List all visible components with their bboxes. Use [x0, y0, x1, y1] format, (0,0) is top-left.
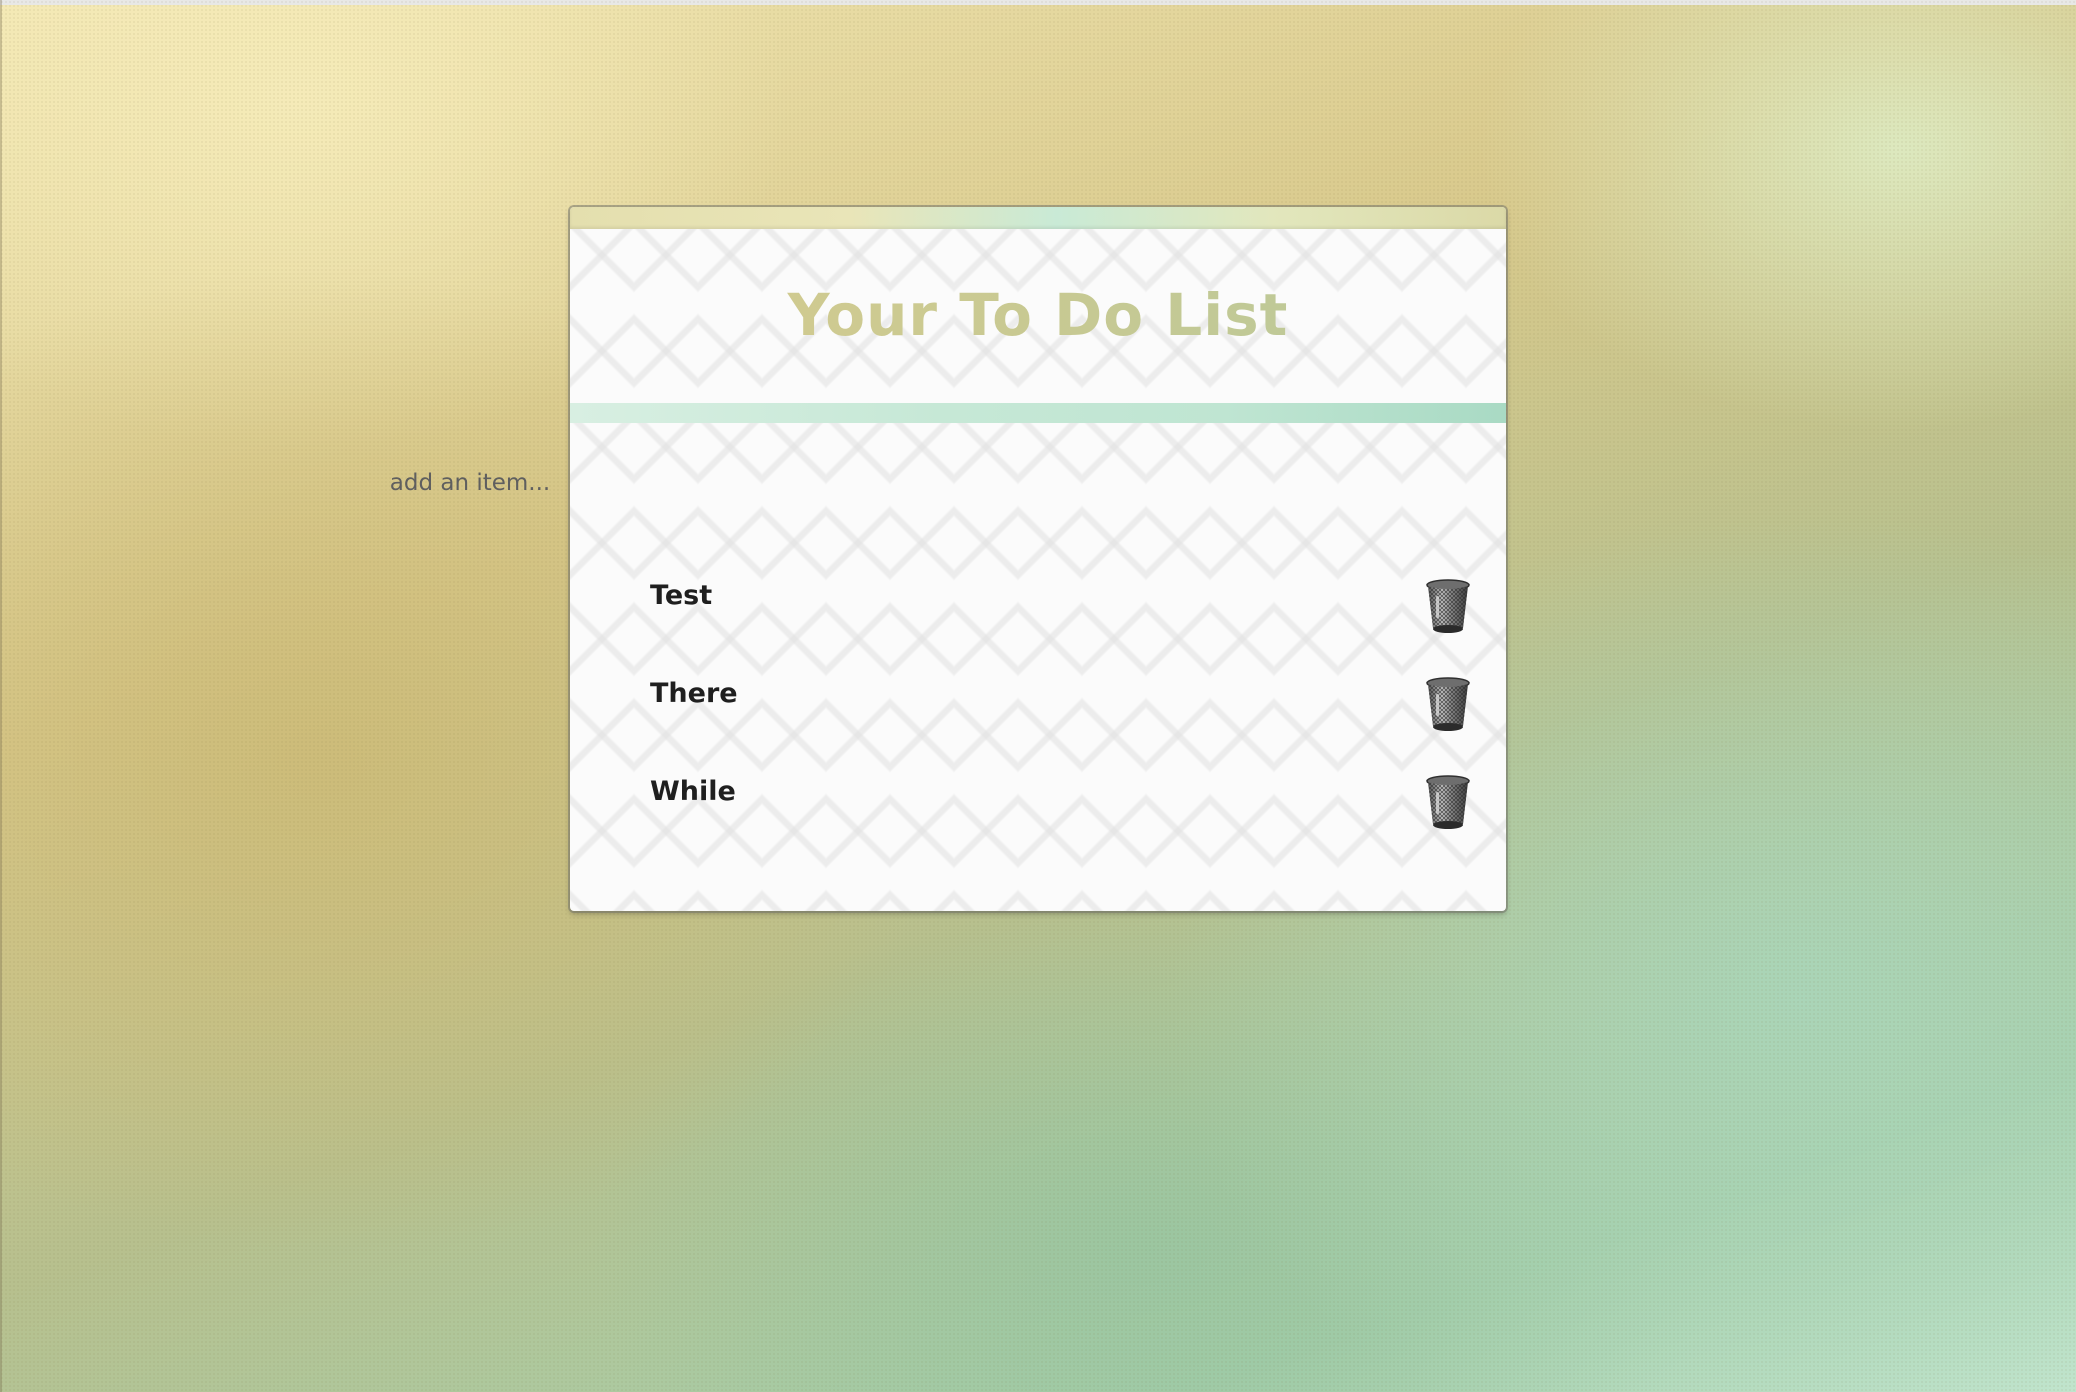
- item-label: While: [650, 776, 736, 807]
- item-label: There: [650, 678, 738, 709]
- add-item-input[interactable]: [268, 460, 672, 506]
- trash-icon[interactable]: [1424, 578, 1472, 636]
- list-item: There: [650, 674, 1470, 744]
- page-title: Your To Do List: [570, 281, 1506, 349]
- trash-icon[interactable]: [1424, 676, 1472, 734]
- list-item: While: [650, 772, 1470, 842]
- item-label: Test: [650, 580, 713, 611]
- todo-card: Your To Do List Test There While: [570, 207, 1506, 911]
- window-top-strip: [0, 0, 2076, 5]
- list-item: Test: [650, 576, 1470, 646]
- card-top-bar: [570, 207, 1506, 229]
- window-left-edge: [0, 0, 2, 1392]
- card-divider-bar: [570, 403, 1506, 423]
- trash-icon[interactable]: [1424, 774, 1472, 832]
